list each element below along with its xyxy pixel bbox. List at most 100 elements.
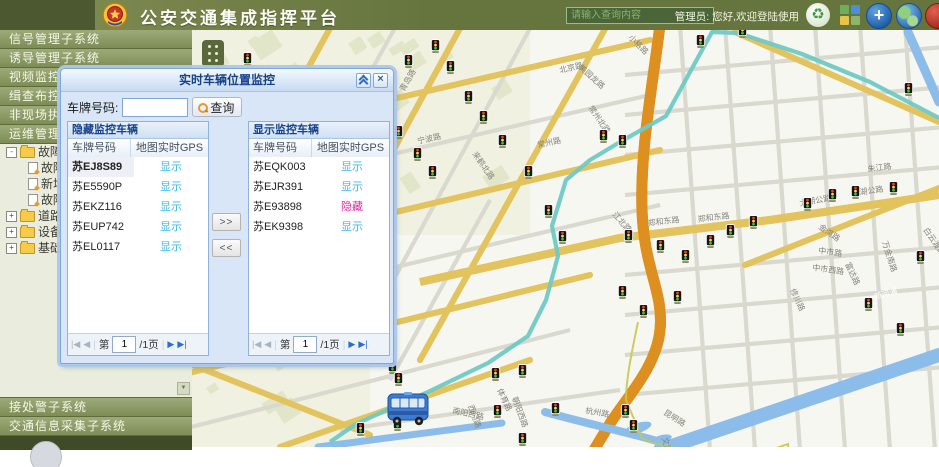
traffic-light-icon[interactable] (413, 148, 421, 161)
traffic-light-icon[interactable] (599, 130, 607, 143)
vehicle-row[interactable]: 苏EKZ116显示 (68, 197, 208, 217)
expand-toggle-icon[interactable]: + (6, 227, 17, 238)
plate-number-input[interactable] (122, 98, 188, 117)
vehicle-row[interactable]: 苏EL0117显示 (68, 237, 208, 257)
traffic-light-icon[interactable] (491, 368, 499, 381)
vehicle-row[interactable]: 苏EUP742显示 (68, 217, 208, 237)
table-header: 车牌号码 地图实时GPS显示 (249, 139, 389, 158)
traffic-light-icon[interactable] (828, 189, 836, 202)
vehicle-row[interactable]: 苏EQK003显示 (249, 157, 389, 177)
gps-toggle-link[interactable]: 显示 (134, 197, 208, 217)
traffic-light-icon[interactable] (749, 216, 757, 229)
page-prefix: 第 (99, 337, 110, 352)
traffic-light-icon[interactable] (558, 231, 566, 244)
traffic-light-icon[interactable] (394, 126, 402, 139)
plate-search-row: 车牌号码: 查询 (67, 97, 242, 117)
next-page-button[interactable]: ▶ (348, 339, 355, 350)
traffic-light-icon[interactable] (803, 198, 811, 211)
traffic-light-icon[interactable] (551, 403, 559, 416)
traffic-light-icon[interactable] (618, 286, 626, 299)
collapse-toggle-icon[interactable]: - (6, 147, 17, 158)
map-tiles-icon[interactable] (840, 5, 860, 25)
prev-page-button[interactable]: ◀ (264, 339, 271, 350)
traffic-light-icon[interactable] (618, 135, 626, 148)
traffic-light-icon[interactable] (673, 291, 681, 304)
traffic-light-icon[interactable] (621, 405, 629, 418)
map-control-knob[interactable] (30, 441, 62, 467)
traffic-light-icon[interactable] (738, 30, 746, 38)
traffic-light-icon[interactable] (479, 111, 487, 124)
traffic-light-icon[interactable] (404, 55, 412, 68)
traffic-light-icon[interactable] (464, 91, 472, 104)
traffic-light-icon[interactable] (518, 365, 526, 378)
vehicle-row[interactable]: 苏EK9398显示 (249, 217, 389, 237)
traffic-light-icon[interactable] (243, 53, 251, 66)
traffic-light-icon[interactable] (696, 35, 704, 48)
page-number-input[interactable] (112, 336, 136, 353)
gps-toggle-link[interactable]: 显示 (134, 177, 208, 197)
sidebar-item-label: 交通信息采集子系统 (9, 419, 126, 433)
vehicle-row[interactable]: 苏EJ8S89显示 (68, 157, 208, 177)
traffic-light-icon[interactable] (629, 420, 637, 433)
next-page-button[interactable]: ▶ (167, 339, 174, 350)
sidebar-item[interactable]: 交通信息采集子系统 (0, 417, 192, 436)
traffic-light-icon[interactable] (639, 305, 647, 318)
traffic-light-icon[interactable] (851, 186, 859, 199)
collapse-button[interactable] (356, 73, 371, 88)
last-page-button[interactable]: ▶| (177, 339, 186, 350)
tracked-vehicle-bus-icon[interactable] (388, 392, 428, 425)
traffic-light-icon[interactable] (446, 61, 454, 74)
first-page-button[interactable]: |◀ (71, 339, 80, 350)
gps-toggle-link[interactable]: 隐藏 (315, 197, 389, 217)
traffic-light-icon[interactable] (524, 166, 532, 179)
scroll-down-arrow-icon[interactable]: ▼ (177, 382, 190, 395)
traffic-light-icon[interactable] (544, 205, 552, 218)
vehicle-row[interactable]: 苏E93898隐藏 (249, 197, 389, 217)
recycle-icon[interactable]: ♻ (806, 3, 830, 27)
traffic-light-icon[interactable] (916, 251, 924, 264)
traffic-light-icon[interactable] (624, 230, 632, 243)
traffic-light-icon[interactable] (493, 405, 501, 418)
zoom-plus-icon[interactable]: + (866, 3, 892, 29)
expand-toggle-icon[interactable]: + (6, 211, 17, 222)
traffic-light-icon[interactable] (904, 83, 912, 96)
traffic-light-icon[interactable] (681, 250, 689, 263)
gps-toggle-link[interactable]: 显示 (315, 177, 389, 197)
gps-toggle-link[interactable]: 显示 (134, 157, 208, 177)
move-to-hidden-button[interactable]: << (212, 239, 241, 257)
sidebar-item[interactable]: 诱导管理子系统 (0, 49, 192, 68)
traffic-light-icon[interactable] (518, 433, 526, 446)
traffic-light-icon[interactable] (498, 135, 506, 148)
sidebar-item[interactable]: 接处警子系统 (0, 398, 192, 417)
traffic-light-icon[interactable] (356, 423, 364, 436)
traffic-light-icon[interactable] (864, 298, 872, 311)
traffic-light-icon[interactable] (428, 166, 436, 179)
move-to-shown-button[interactable]: >> (212, 213, 241, 231)
traffic-light-icon[interactable] (656, 240, 664, 253)
traffic-light-icon[interactable] (706, 235, 714, 248)
traffic-light-icon[interactable] (431, 40, 439, 53)
panel-title: 显示监控车辆 (249, 122, 389, 139)
sidebar-item[interactable]: 信号管理子系统 (0, 30, 192, 49)
gps-toggle-link[interactable]: 显示 (134, 237, 208, 257)
expand-toggle-icon[interactable]: + (6, 243, 17, 254)
alert-icon[interactable] (925, 3, 939, 29)
vehicle-row[interactable]: 苏E5590P显示 (68, 177, 208, 197)
close-button[interactable]: × (373, 73, 388, 88)
globe-icon[interactable] (896, 3, 922, 29)
traffic-light-icon[interactable] (896, 323, 904, 336)
gps-toggle-link[interactable]: 显示 (315, 157, 389, 177)
query-button[interactable]: 查询 (192, 97, 242, 117)
vehicle-row[interactable]: 苏EJR391显示 (249, 177, 389, 197)
panel-drag-grip[interactable] (202, 40, 224, 67)
dialog-title-bar[interactable]: 实时车辆位置监控 × (61, 69, 393, 92)
first-page-button[interactable]: |◀ (252, 339, 261, 350)
gps-toggle-link[interactable]: 显示 (315, 217, 389, 237)
traffic-light-icon[interactable] (889, 182, 897, 195)
page-number-input[interactable] (293, 336, 317, 353)
prev-page-button[interactable]: ◀ (83, 339, 90, 350)
gps-toggle-link[interactable]: 显示 (134, 217, 208, 237)
traffic-light-icon[interactable] (394, 373, 402, 386)
last-page-button[interactable]: ▶| (358, 339, 367, 350)
traffic-light-icon[interactable] (726, 225, 734, 238)
